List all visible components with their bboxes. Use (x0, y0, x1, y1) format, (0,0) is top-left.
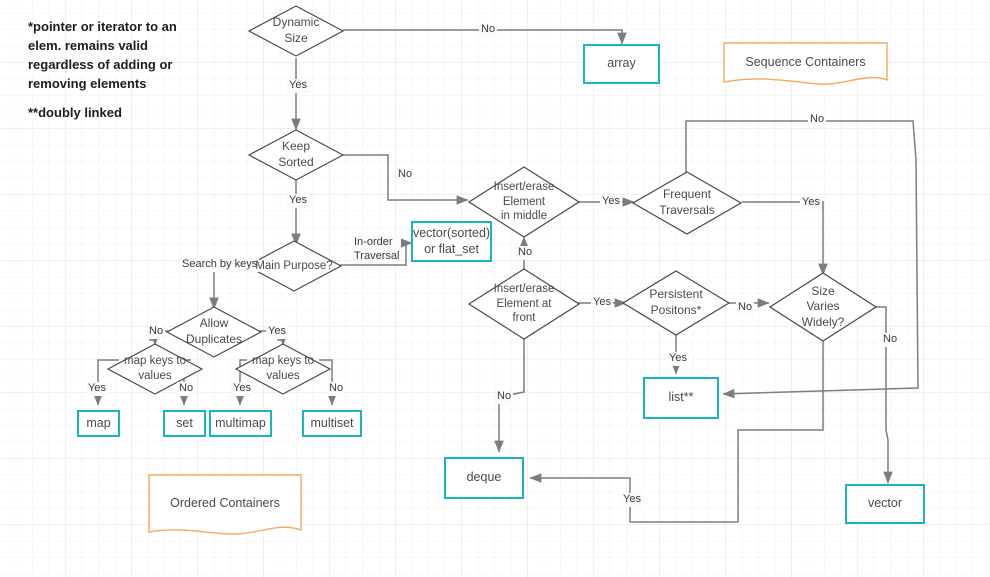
decision-label: Main Purpose? (255, 259, 333, 272)
label-dynamic-size-no: No (479, 23, 498, 37)
label-insert-middle-yes: Yes (600, 195, 622, 209)
decision-label: Keep Sorted (278, 139, 314, 169)
decision-size-varies-widely[interactable]: Size Varies Widely? (769, 272, 877, 342)
decision-insert-erase-front[interactable]: Insert/erase Element at front (468, 268, 580, 340)
result-vector[interactable]: vector (845, 484, 925, 524)
result-multimap[interactable]: multimap (209, 410, 272, 437)
label-allow-duplicates-yes: Yes (266, 325, 288, 339)
decision-label: Size Varies Widely? (801, 283, 845, 329)
label-size-varies-no: No (881, 333, 900, 347)
result-array[interactable]: array (583, 44, 660, 84)
edge-frequent-traversals-yes (742, 201, 828, 276)
label-insert-middle-no: No (516, 246, 535, 260)
decision-label: map keys to values (252, 355, 314, 382)
decision-label: map keys to values (124, 355, 186, 382)
label-dynamic-size-yes: Yes (287, 79, 309, 93)
label-map-keys-left-no: No (177, 382, 196, 396)
label-insert-front-yes: Yes (591, 296, 613, 310)
label-main-purpose-inorder: In-order Traversal (352, 236, 402, 264)
label-allow-duplicates-no: No (147, 325, 166, 339)
label-frequent-traversals-yes: Yes (800, 196, 822, 210)
decision-frequent-traversals[interactable]: Frequent Traversals (632, 171, 742, 235)
label-main-purpose-search: Search by keys (180, 258, 260, 272)
label-persistent-yes: Yes (667, 352, 689, 366)
group-sequence-containers: Sequence Containers (723, 42, 888, 88)
label-insert-front-no: No (495, 390, 514, 404)
label-keep-sorted-yes: Yes (287, 194, 309, 208)
decision-label: Dynamic Size (272, 15, 320, 45)
result-set[interactable]: set (163, 410, 206, 437)
decision-label: Insert/erase Element at front (493, 282, 555, 325)
decision-persistent-positions[interactable]: Persistent Positons* (622, 270, 730, 336)
label-map-keys-right-no: No (327, 382, 346, 396)
label-persistent-no: No (736, 301, 755, 315)
result-multiset[interactable]: multiset (302, 410, 362, 437)
result-list[interactable]: list** (643, 377, 719, 419)
result-deque[interactable]: deque (444, 457, 524, 499)
label-frequent-traversals-no: No (808, 113, 827, 127)
decision-label: Allow Duplicates (185, 316, 243, 346)
decision-label: Frequent Traversals (659, 187, 715, 217)
group-ordered-containers: Ordered Containers (148, 474, 302, 539)
footnote-pointer-validity: *pointer or iterator to an elem. remains… (28, 19, 177, 91)
label-size-varies-yes: Yes (621, 493, 643, 507)
group-label: Sequence Containers (745, 55, 866, 69)
edge-frequent-traversals-no (685, 120, 919, 399)
label-keep-sorted-no: No (396, 168, 415, 182)
decision-keep-sorted[interactable]: Keep Sorted (248, 129, 344, 181)
decision-label: Persistent Positons* (649, 287, 703, 317)
flowchart-canvas: *pointer or iterator to an elem. remains… (0, 0, 990, 577)
label-map-keys-left-yes: Yes (86, 382, 108, 396)
decision-label: Insert/erase Element in middle (493, 180, 555, 223)
result-vector-sorted-or-flat-set[interactable]: vector(sorted) or flat_set (411, 221, 492, 262)
footnote-doubly-linked: **doubly linked (28, 105, 122, 120)
decision-dynamic-size[interactable]: Dynamic Size (248, 5, 344, 57)
label-map-keys-right-yes: Yes (231, 382, 253, 396)
result-map[interactable]: map (77, 410, 120, 437)
group-label: Ordered Containers (170, 495, 280, 510)
decision-main-purpose[interactable]: Main Purpose? (246, 240, 342, 292)
